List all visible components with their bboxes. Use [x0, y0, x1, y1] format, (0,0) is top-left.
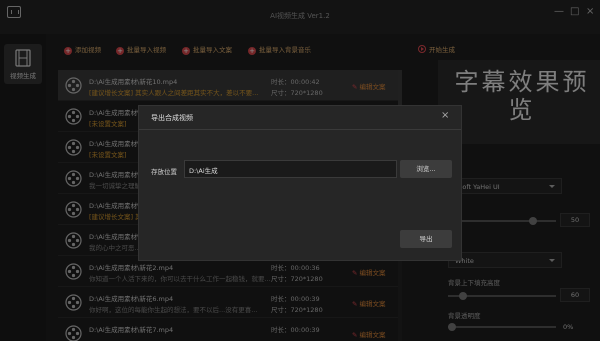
export-dialog: 导出合成视频 × 存放位置 D:\Ai生成 浏览... 导出: [138, 105, 462, 261]
dialog-divider: [139, 129, 461, 130]
save-path-input[interactable]: D:\Ai生成: [184, 160, 397, 178]
dialog-close-icon[interactable]: ×: [441, 110, 449, 121]
save-path-label: 存放位置: [151, 168, 177, 176]
browse-button[interactable]: 浏览...: [400, 160, 452, 178]
export-button[interactable]: 导出: [400, 230, 452, 248]
dialog-title: 导出合成视频: [151, 114, 193, 122]
